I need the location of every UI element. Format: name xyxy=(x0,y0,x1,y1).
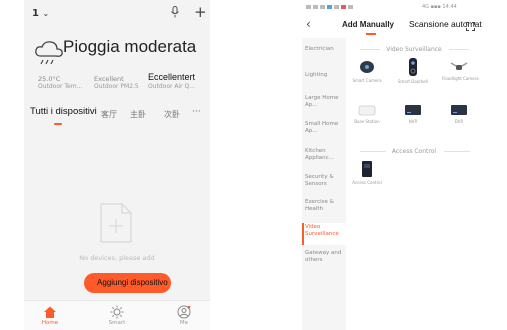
add-device-button-label[interactable]: Aggiungi dispositivo xyxy=(97,278,168,287)
tabs-more-button[interactable]: ··· xyxy=(192,107,201,117)
category-item-active[interactable]: Video Surveillance xyxy=(302,223,346,245)
device-label: Smart Camera xyxy=(352,78,382,83)
nav-home[interactable]: Home xyxy=(30,305,70,326)
access-control-icon xyxy=(362,161,372,177)
category-item[interactable]: Small Home Ap... xyxy=(302,121,346,135)
dvr-icon xyxy=(451,105,467,115)
device-smart-camera[interactable]: Smart Camera xyxy=(350,60,384,83)
home-icon xyxy=(44,306,56,318)
device-label: Base Station xyxy=(354,119,380,124)
sun-icon xyxy=(110,305,124,319)
status-bar-right: 4G ▪▪▪ 14:44 xyxy=(422,4,457,10)
microphone-icon[interactable] xyxy=(170,6,180,18)
scan-icon[interactable] xyxy=(466,22,475,31)
device-base-station[interactable]: Base Station xyxy=(350,103,384,124)
device-smart-doorbell[interactable]: Smart Doorbell xyxy=(396,57,430,84)
category-item[interactable]: Lighting xyxy=(302,72,346,79)
device-access-control[interactable]: Access Control xyxy=(350,160,384,185)
category-item[interactable]: Security & Sensors xyxy=(302,174,346,188)
nav-smart[interactable]: Smart xyxy=(97,305,137,326)
tab-room-second[interactable]: 次卧 xyxy=(164,109,180,120)
room-tabs: Tutti i dispositivi 客厅 主卧 次卧 ··· xyxy=(30,106,206,125)
stat-value: 25.0°C xyxy=(38,75,61,83)
tab-room-master[interactable]: 主卧 xyxy=(130,109,146,120)
category-list: Electrician Lighting Large Home Ap... Sm… xyxy=(302,38,346,330)
weather-title: Pioggia moderata xyxy=(63,37,197,56)
add-plus-button[interactable]: + xyxy=(194,3,207,21)
tab-active-indicator xyxy=(366,33,376,35)
add-device-screen: 4G ▪▪▪ 14:44 ‹ Add Manually Scansione au… xyxy=(302,0,482,330)
tab-add-manually[interactable]: Add Manually xyxy=(342,20,394,29)
nav-label: Me xyxy=(179,320,189,326)
tab-active-indicator xyxy=(54,123,62,125)
device-label: NVR xyxy=(408,119,418,124)
device-label: Floodlight Camera xyxy=(442,76,479,81)
category-item[interactable]: Exercise & Health xyxy=(302,199,346,213)
device-floodlight-camera[interactable]: Floodlight Camera xyxy=(442,60,479,81)
category-item[interactable]: Large Home Ap... xyxy=(302,95,346,109)
empty-state-text: No devices, please add xyxy=(79,254,155,262)
stat-air-quality-value: Eccellentert xyxy=(148,72,196,82)
home-name: 1 xyxy=(32,8,39,19)
stat-temperature: 25.0°C Outdoor Tem... xyxy=(38,75,82,91)
tab-room-living[interactable]: 客厅 xyxy=(101,109,117,120)
section-divider xyxy=(444,151,470,152)
smart-camera-icon xyxy=(360,61,374,73)
nav-label: Home xyxy=(41,320,59,326)
device-nvr[interactable]: NVR xyxy=(396,103,430,124)
home-screen: 1 ⌄ + Pioggia moderata 25.0°C Outdoor Te… xyxy=(24,0,210,330)
doorbell-icon xyxy=(409,58,417,76)
profile-icon xyxy=(177,305,191,319)
section-divider xyxy=(449,49,469,50)
stat-label: Outdoor Tem... xyxy=(38,83,83,90)
nvr-icon xyxy=(405,105,421,115)
category-item[interactable]: Electrician xyxy=(302,46,346,53)
stat-air-quality-label: Outdoor Air Q... xyxy=(148,83,195,90)
device-label: Smart Doorbell xyxy=(397,79,429,84)
tab-all-devices[interactable]: Tutti i dispositivi xyxy=(30,106,97,117)
nav-label: Smart xyxy=(108,320,126,326)
base-station-icon xyxy=(358,105,376,116)
device-label: DVR xyxy=(454,119,464,124)
stat-pm25: Excellent Outdoor PM2.5 xyxy=(94,75,139,91)
back-button[interactable]: ‹ xyxy=(306,17,311,31)
cloud-rain-icon xyxy=(35,41,63,65)
category-item[interactable]: Kitchen Applianc... xyxy=(302,148,346,162)
floodlight-camera-icon xyxy=(450,62,468,70)
nav-me[interactable]: Me xyxy=(164,305,204,326)
stat-label: Outdoor PM2.5 xyxy=(94,83,139,90)
chevron-down-icon: ⌄ xyxy=(42,9,50,18)
home-selector[interactable]: 1 ⌄ xyxy=(32,8,49,19)
category-item[interactable]: Gateway and others xyxy=(302,250,346,264)
device-dvr[interactable]: DVR xyxy=(442,103,476,124)
stat-value: Excellent xyxy=(94,75,124,83)
bottom-nav: Home Smart Me xyxy=(24,300,210,330)
status-icons xyxy=(306,5,353,9)
screenshot-canvas: 1 ⌄ + Pioggia moderata 25.0°C Outdoor Te… xyxy=(0,0,507,330)
add-document-icon xyxy=(100,203,132,243)
device-label: Access Control xyxy=(352,180,382,185)
